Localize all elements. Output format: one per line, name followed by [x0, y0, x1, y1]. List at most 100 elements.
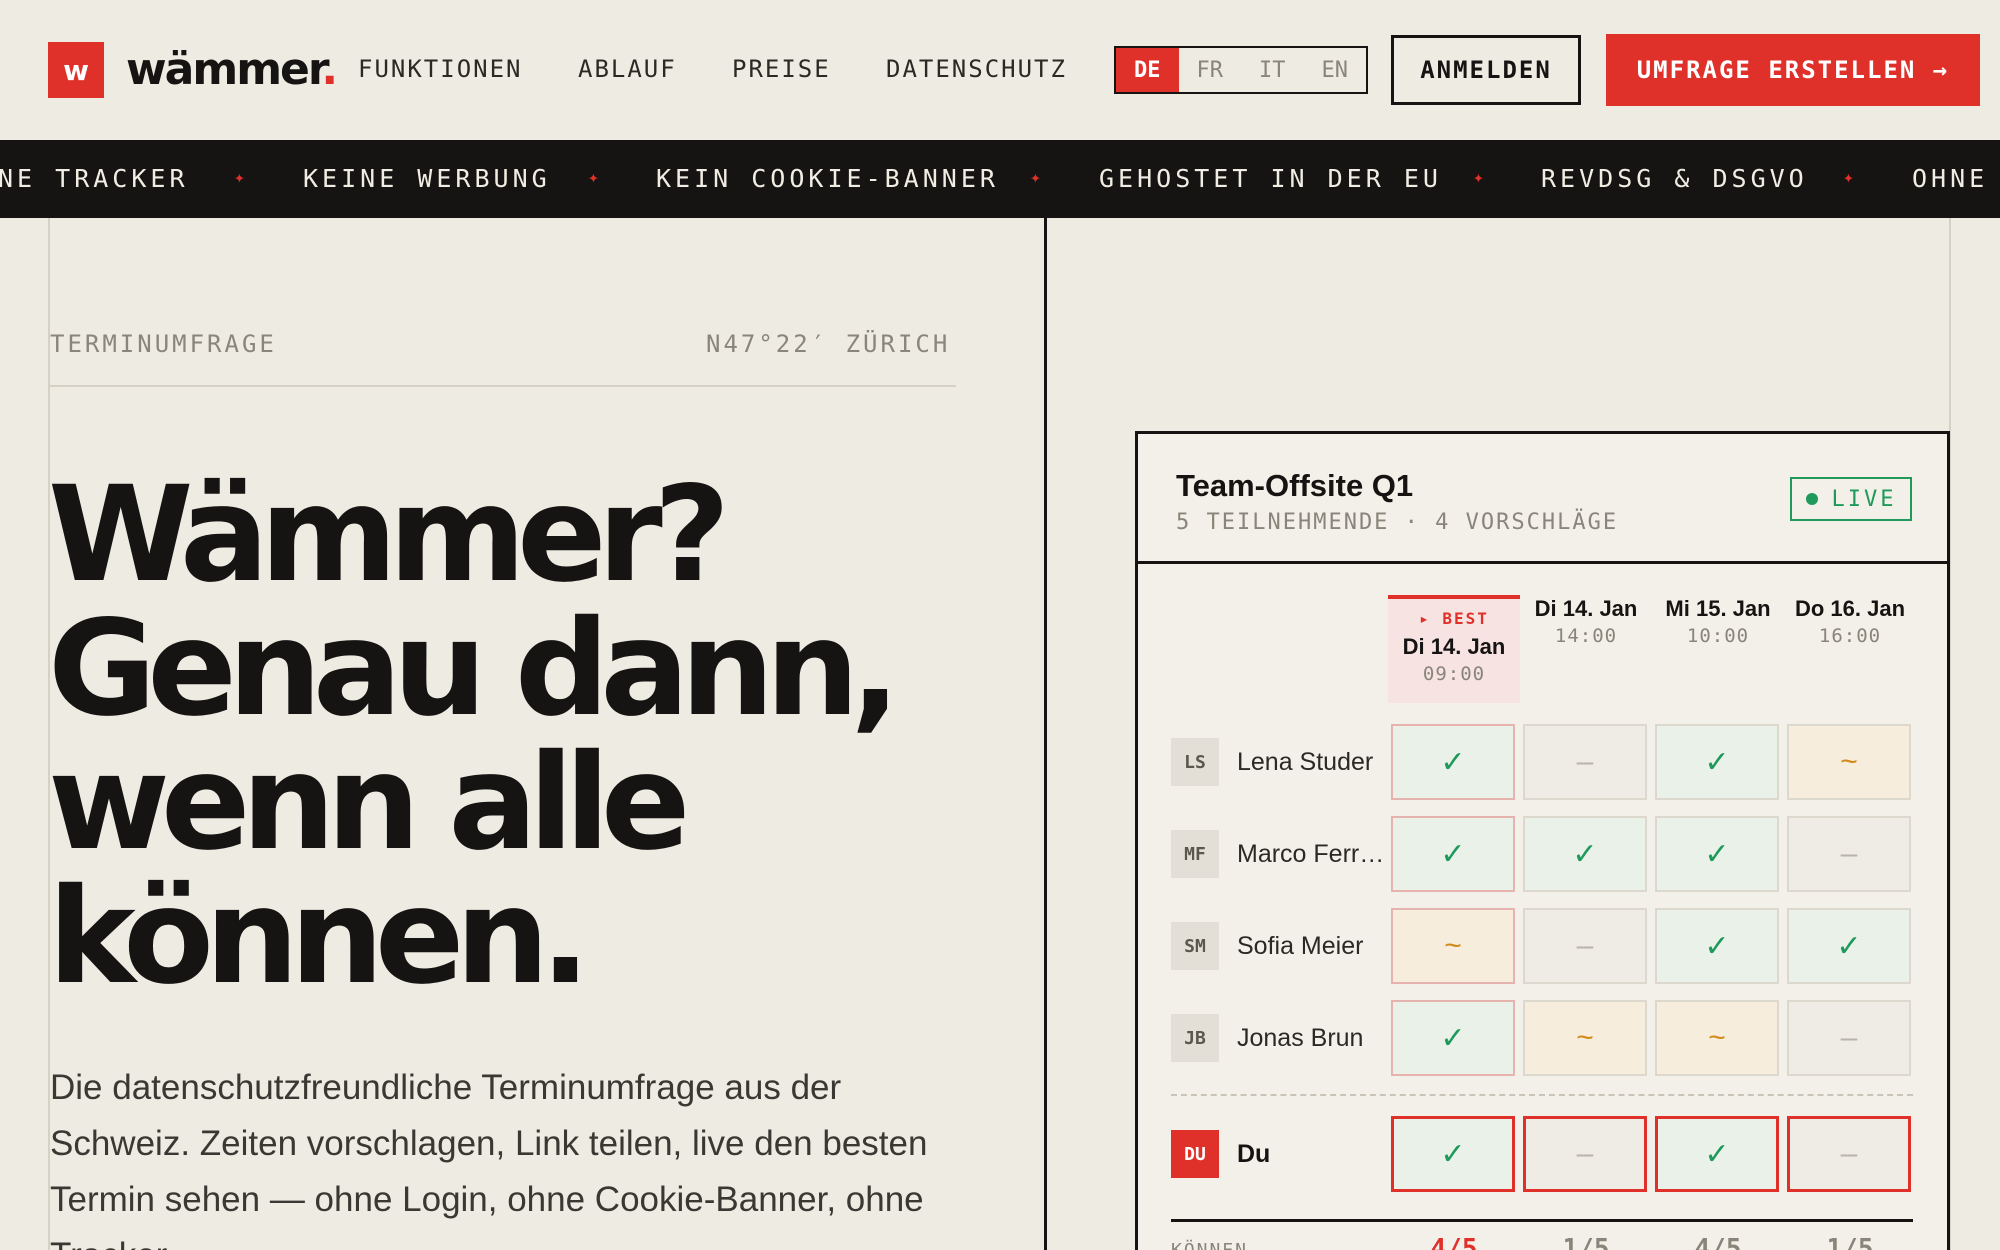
column-time: 10:00: [1686, 625, 1750, 647]
vote-cell-maybe: ~: [1523, 1000, 1647, 1076]
hero-headline: Wämmer? Genau dann, wenn alle können.: [48, 468, 1028, 1004]
divider: [50, 385, 956, 387]
tilde-icon: ~: [1576, 1021, 1594, 1054]
vote-cell-yes[interactable]: ✓: [1391, 1116, 1515, 1192]
divider: [1171, 1094, 1913, 1096]
hero-eyebrow: TERMINUMFRAGE: [50, 330, 277, 358]
divider: [1171, 1219, 1913, 1222]
vote-cell-maybe: ~: [1655, 1000, 1779, 1076]
vote-cell-yes: ✓: [1655, 816, 1779, 892]
vote-cell-no[interactable]: –: [1787, 1116, 1911, 1192]
total-count: 4/5: [1694, 1234, 1742, 1250]
column-header-1: Di 14. Jan 09:00: [1388, 634, 1520, 685]
logo-mark[interactable]: w: [48, 42, 104, 98]
check-icon: ✓: [1704, 1137, 1730, 1171]
check-icon: ✓: [1440, 1137, 1466, 1171]
logo-wordmark[interactable]: wämmer.: [126, 44, 338, 95]
lang-it[interactable]: IT: [1241, 48, 1304, 92]
star-icon: ✦: [234, 167, 245, 188]
poll-subtitle: 5 TEILNEHMENDE · 4 VORSCHLÄGE: [1176, 510, 1619, 535]
avatar: SM: [1171, 922, 1219, 970]
dash-icon: –: [1576, 1137, 1594, 1170]
dash-icon: –: [1576, 929, 1594, 962]
dash-icon: –: [1840, 837, 1858, 870]
vote-cell-no[interactable]: –: [1523, 1116, 1647, 1192]
column-header-3: Mi 15. Jan 10:00: [1652, 596, 1784, 647]
vote-cell-no: –: [1523, 724, 1647, 800]
star-icon: ✦: [1843, 167, 1854, 188]
avatar: MF: [1171, 830, 1219, 878]
star-icon: ✦: [588, 167, 599, 188]
language-switcher: DE FR IT EN: [1114, 46, 1368, 94]
nav-datenschutz[interactable]: DATENSCHUTZ: [886, 55, 1067, 83]
column-time: 09:00: [1422, 663, 1486, 685]
vote-cell-yes: ✓: [1391, 1000, 1515, 1076]
live-badge: LIVE: [1790, 477, 1912, 521]
ticker-item: NE TRACKER: [0, 164, 189, 193]
column-time: 16:00: [1818, 625, 1882, 647]
site-header: w wämmer. FUNKTIONEN ABLAUF PREISE DATEN…: [0, 0, 2000, 140]
check-icon: ✓: [1440, 837, 1466, 871]
vote-cell-yes: ✓: [1391, 724, 1515, 800]
column-day: Di 14. Jan: [1402, 634, 1506, 659]
total-count: 1/5: [1562, 1234, 1610, 1250]
column-day: Di 14. Jan: [1534, 596, 1638, 621]
ticker-item: KEIN COOKIE-BANNER: [656, 164, 999, 193]
check-icon: ✓: [1440, 1021, 1466, 1055]
vote-cell-maybe: ~: [1787, 724, 1911, 800]
star-icon: ✦: [1473, 167, 1484, 188]
dash-icon: –: [1840, 1137, 1858, 1170]
participant-name: Du: [1237, 1140, 1271, 1168]
total-count: 1/5: [1826, 1234, 1874, 1250]
ticker-item: KEINE WERBUNG: [303, 164, 551, 193]
lang-de[interactable]: DE: [1116, 48, 1179, 92]
vote-cell-no: –: [1787, 1000, 1911, 1076]
login-button[interactable]: ANMELDEN: [1391, 35, 1581, 105]
live-dot-icon: [1805, 493, 1818, 505]
feature-ticker: NE TRACKER ✦ KEINE WERBUNG ✦ KEIN COOKIE…: [0, 140, 2000, 218]
hero-location: N47°22′ ZÜRICH: [706, 330, 951, 358]
vote-cell-no: –: [1787, 816, 1911, 892]
headline-line: Genau dann,: [48, 592, 901, 746]
vote-cell-yes: ✓: [1523, 816, 1647, 892]
ticker-item: REVDSG & DSGVO: [1541, 164, 1808, 193]
check-icon: ✓: [1704, 929, 1730, 963]
nav-preise[interactable]: PREISE: [732, 55, 831, 83]
column-day: Mi 15. Jan: [1665, 596, 1771, 621]
ticker-item: OHNE: [1912, 164, 1989, 193]
create-poll-button[interactable]: UMFRAGE ERSTELLEN →: [1606, 34, 1980, 106]
tilde-icon: ~: [1708, 1021, 1726, 1054]
frame-divider: [1044, 218, 1047, 1250]
lang-en[interactable]: EN: [1304, 48, 1367, 92]
star-icon: ✦: [1030, 167, 1041, 188]
vote-cell-no: –: [1523, 908, 1647, 984]
nav-ablauf[interactable]: ABLAUF: [578, 55, 677, 83]
vote-cell-yes: ✓: [1655, 908, 1779, 984]
totals-label: KÖNNEN: [1171, 1240, 1248, 1250]
column-header-2: Di 14. Jan 14:00: [1520, 596, 1652, 647]
participant-name: Jonas Brun: [1237, 1024, 1364, 1052]
check-icon: ✓: [1440, 745, 1466, 779]
vote-cell-yes[interactable]: ✓: [1655, 1116, 1779, 1192]
headline-line: können.: [48, 860, 591, 1014]
participant-name: Lena Studer: [1237, 748, 1374, 776]
nav-funktionen[interactable]: FUNKTIONEN: [358, 55, 523, 83]
dash-icon: –: [1840, 1021, 1858, 1054]
total-count: 4/5: [1430, 1234, 1478, 1250]
avatar: DU: [1171, 1130, 1219, 1178]
tilde-icon: ~: [1444, 929, 1462, 962]
live-label: LIVE: [1831, 486, 1897, 512]
participant-name: Sofia Meier: [1237, 932, 1364, 960]
best-tag: ▸ BEST: [1419, 609, 1489, 628]
avatar: LS: [1171, 738, 1219, 786]
dash-icon: –: [1576, 745, 1594, 778]
lang-fr[interactable]: FR: [1179, 48, 1242, 92]
ticker-item: GEHOSTET IN DER EU: [1099, 164, 1442, 193]
check-icon: ✓: [1836, 929, 1862, 963]
logo-dot: .: [321, 44, 338, 95]
vote-cell-yes: ✓: [1655, 724, 1779, 800]
check-icon: ✓: [1704, 745, 1730, 779]
headline-line: Wämmer?: [48, 458, 730, 612]
poll-header: Team-Offsite Q1 5 TEILNEHMENDE · 4 VORSC…: [1138, 434, 1947, 564]
avatar: JB: [1171, 1014, 1219, 1062]
